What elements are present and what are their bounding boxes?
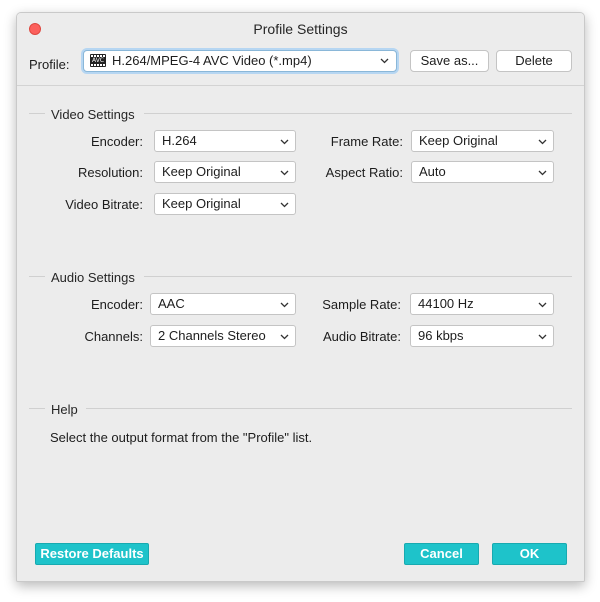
aspect-ratio-value: Auto (419, 164, 446, 179)
chevron-down-icon (538, 139, 547, 145)
channels-label: Channels: (84, 329, 143, 344)
title-bar[interactable]: Profile Settings (17, 13, 584, 45)
divider (144, 113, 572, 114)
window-title: Profile Settings (253, 21, 348, 37)
chevron-down-icon (280, 170, 289, 176)
profile-selected-value: H.264/MPEG-4 AVC Video (*.mp4) (112, 53, 312, 68)
profile-settings-window: Profile Settings Profile: AVC H.264/MPEG… (16, 12, 585, 582)
sample-rate-label: Sample Rate: (322, 297, 401, 312)
help-text: Select the output format from the "Profi… (50, 430, 313, 445)
audio-bitrate-value: 96 kbps (418, 328, 464, 343)
aspect-ratio-select[interactable]: Auto (411, 161, 554, 183)
audio-settings-heading: Audio Settings (51, 270, 135, 285)
audio-bitrate-label: Audio Bitrate: (322, 329, 401, 344)
aspect-ratio-label: Aspect Ratio: (325, 165, 403, 180)
ok-button[interactable]: OK (492, 543, 567, 565)
chevron-down-icon (538, 170, 547, 176)
resolution-value: Keep Original (162, 164, 241, 179)
chevron-down-icon (538, 334, 547, 340)
delete-button[interactable]: Delete (496, 50, 572, 72)
audio-encoder-value: AAC (158, 296, 185, 311)
cancel-button[interactable]: Cancel (404, 543, 479, 565)
frame-rate-value: Keep Original (419, 133, 498, 148)
chevron-down-icon (280, 302, 289, 308)
restore-defaults-button[interactable]: Restore Defaults (35, 543, 149, 565)
channels-value: 2 Channels Stereo (158, 328, 266, 343)
resolution-label: Resolution: (77, 165, 143, 180)
channels-select[interactable]: 2 Channels Stereo (150, 325, 296, 347)
avc-file-icon: AVC (90, 54, 106, 67)
chevron-down-icon (280, 139, 289, 145)
video-encoder-label: Encoder: (90, 134, 143, 149)
save-as-button[interactable]: Save as... (410, 50, 489, 72)
sample-rate-value: 44100 Hz (418, 296, 474, 311)
frame-rate-select[interactable]: Keep Original (411, 130, 554, 152)
audio-bitrate-select[interactable]: 96 kbps (410, 325, 554, 347)
divider (29, 113, 45, 114)
chevron-down-icon (280, 202, 289, 208)
video-settings-heading: Video Settings (51, 107, 135, 122)
sample-rate-select[interactable]: 44100 Hz (410, 293, 554, 315)
video-encoder-select[interactable]: H.264 (154, 130, 296, 152)
audio-encoder-label: Encoder: (90, 297, 143, 312)
profile-row: Profile: AVC H.264/MPEG-4 AVC Video (*.m… (17, 45, 584, 86)
frame-rate-label: Frame Rate: (330, 134, 403, 149)
audio-encoder-select[interactable]: AAC (150, 293, 296, 315)
help-heading: Help (51, 402, 78, 417)
divider (29, 408, 45, 409)
divider (29, 276, 45, 277)
chevron-down-icon (380, 58, 389, 64)
divider (144, 276, 572, 277)
resolution-select[interactable]: Keep Original (154, 161, 296, 183)
settings-content: Video Settings Encoder: H.264 Resolution… (17, 86, 584, 581)
profile-select[interactable]: AVC H.264/MPEG-4 AVC Video (*.mp4) (83, 50, 397, 72)
profile-label: Profile: (29, 57, 70, 72)
chevron-down-icon (280, 334, 289, 340)
video-encoder-value: H.264 (162, 133, 197, 148)
video-bitrate-select[interactable]: Keep Original (154, 193, 296, 215)
chevron-down-icon (538, 302, 547, 308)
divider (86, 408, 572, 409)
video-bitrate-value: Keep Original (162, 196, 241, 211)
video-bitrate-label: Video Bitrate: (65, 197, 143, 212)
